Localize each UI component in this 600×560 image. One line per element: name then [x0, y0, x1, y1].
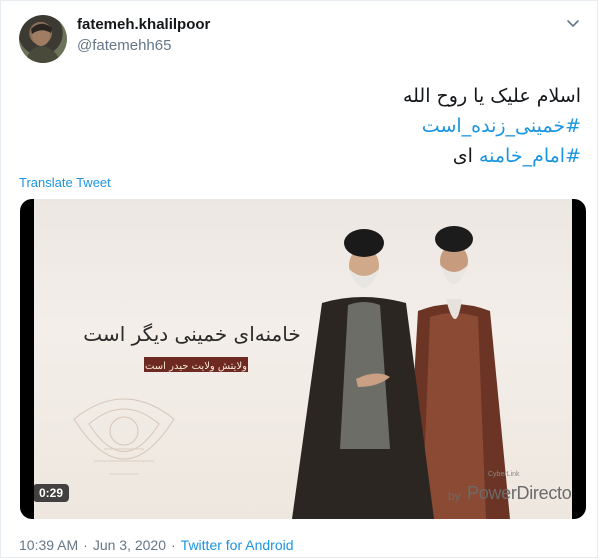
separator: ·: [83, 537, 88, 553]
translate-tweet-link[interactable]: Translate Tweet: [19, 175, 111, 190]
user-handle[interactable]: @fatemehh65: [77, 37, 171, 54]
tweet-line-3-suffix: ای: [452, 145, 473, 167]
tweet-time[interactable]: 10:39 AM: [19, 537, 78, 553]
calligraphy-text: خامنه‌ای خمینی دیگر است: [83, 322, 300, 346]
tweet-footer: 10:39 AM · Jun 3, 2020 · Twitter for Android: [19, 537, 294, 553]
tweet-line-1: اسلام علیک یا روح الله: [402, 85, 581, 107]
subtitle-text: ولایتش ولایت حیدر است: [145, 361, 247, 372]
hashtag-link[interactable]: #امام_خامنه: [479, 145, 581, 167]
chevron-down-icon[interactable]: [563, 13, 583, 33]
avatar[interactable]: [19, 15, 67, 63]
display-name[interactable]: fatemeh.khalilpoor: [77, 16, 210, 33]
tweet-source-link[interactable]: Twitter for Android: [181, 537, 294, 553]
watermark-by: by: [448, 489, 461, 503]
tweet-date[interactable]: Jun 3, 2020: [93, 537, 166, 553]
watermark-main: PowerDirector: [467, 483, 572, 503]
tweet-card: fatemeh.khalilpoor @fatemehh65 اسلام علی…: [0, 0, 598, 558]
separator: ·: [171, 537, 176, 553]
video-frame: خامنه‌ای خمینی دیگر است ولایتش ولایت حید…: [34, 199, 572, 519]
tweet-text: اسلام علیک یا روح الله #خمینی_زنده_است #…: [61, 81, 581, 171]
video-player[interactable]: خامنه‌ای خمینی دیگر است ولایتش ولایت حید…: [20, 199, 586, 519]
ornament-graphic: [73, 398, 175, 475]
watermark-small: CyberLink: [488, 471, 520, 478]
hashtag-link[interactable]: #خمینی_زنده_است: [422, 115, 581, 137]
video-duration-badge: 0:29: [33, 484, 70, 502]
figure-left: [292, 229, 434, 519]
